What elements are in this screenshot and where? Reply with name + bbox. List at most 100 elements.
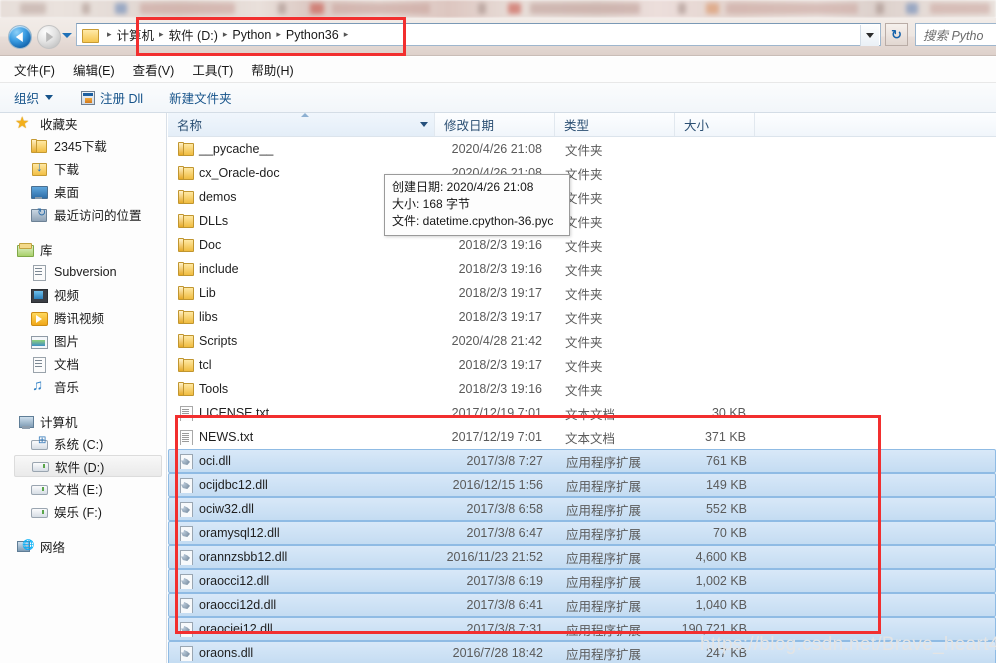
watermark: https://blog.csdn.net/Brave_heart4pzj	[700, 634, 996, 655]
recent-pages-dropdown-icon[interactable]	[62, 33, 72, 38]
folder-icon	[30, 138, 47, 154]
new-folder-button[interactable]: 新建文件夹	[169, 88, 232, 107]
table-row[interactable]: libs 2018/2/3 19:17 文件夹	[168, 305, 996, 329]
sidebar-item-videos[interactable]: 视频	[0, 283, 166, 306]
sidebar-item-label: 系统 (C:)	[54, 438, 104, 452]
size-cell: 30 KB	[711, 406, 746, 420]
folder-icon	[177, 237, 194, 253]
breadcrumb-item-computer[interactable]: 计算机	[117, 25, 155, 44]
sidebar-item-desktop[interactable]: 桌面	[0, 180, 166, 203]
type-cell: 文件夹	[565, 239, 603, 254]
forward-arrow-icon	[46, 32, 54, 42]
address-dropdown-button[interactable]	[860, 25, 879, 46]
table-row[interactable]: oramysql12.dll 2017/3/8 6:47 应用程序扩展 70 KB	[168, 521, 996, 545]
sidebar-item-label: 音乐	[54, 381, 80, 395]
dll-file-icon	[177, 549, 193, 565]
type-cell: 应用程序扩展	[566, 503, 642, 518]
dll-file-icon	[177, 621, 193, 637]
folder-icon	[177, 261, 194, 277]
sidebar-group-computer[interactable]: 计算机	[0, 411, 166, 432]
sidebar-item-label: 下载	[54, 163, 80, 177]
search-input[interactable]: 搜索 Pytho	[915, 23, 996, 46]
date-modified-cell: 2017/3/8 6:47	[466, 526, 543, 540]
breadcrumb-item-python36[interactable]: Python36	[286, 28, 339, 42]
table-row[interactable]: Lib 2018/2/3 19:17 文件夹	[168, 281, 996, 305]
file-name-label: oraons.dll	[199, 646, 254, 660]
breadcrumb-separator: ▸	[343, 29, 349, 39]
file-name-cell: ociw32.dll	[169, 501, 436, 517]
menu-item-file[interactable]: 文件(F)	[14, 60, 55, 79]
sidebar-item-downloads[interactable]: 下载	[0, 157, 166, 180]
date-modified-cell: 2020/4/28 21:42	[451, 334, 542, 348]
sidebar-group-favorites[interactable]: 收藏夹	[0, 113, 166, 134]
table-row[interactable]: NEWS.txt 2017/12/19 7:01 文本文档 371 KB	[168, 425, 996, 449]
forward-button[interactable]	[37, 25, 61, 49]
register-dll-button[interactable]: 注册 Dll	[81, 88, 143, 107]
refresh-button[interactable]: ↻	[885, 23, 908, 46]
table-row[interactable]: orannzsbb12.dll 2016/11/23 21:52 应用程序扩展 4,6…	[168, 545, 996, 569]
table-row[interactable]: Tools 2018/2/3 19:16 文件夹	[168, 377, 996, 401]
table-row[interactable]: Doc 2018/2/3 19:16 文件夹	[168, 233, 996, 257]
sidebar-item-recent-places[interactable]: 最近访问的位置	[0, 203, 166, 226]
date-modified-cell: 2018/2/3 19:17	[458, 310, 542, 324]
sidebar-item-drive-c[interactable]: 系统 (C:)	[0, 432, 166, 455]
breadcrumb-address-field[interactable]: ▸ 计算机 ▸ 软件 (D:) ▸ Python ▸ Python36 ▸	[76, 23, 881, 46]
downloads-icon	[30, 159, 47, 177]
folder-icon	[177, 333, 194, 349]
table-row[interactable]: LICENSE.txt 2017/12/19 7:01 文本文档 30 KB	[168, 401, 996, 425]
folder-icon	[177, 357, 194, 373]
file-name-cell: libs	[168, 309, 435, 325]
column-header-filler	[755, 113, 996, 136]
column-header-label: 类型	[564, 119, 590, 133]
sidebar-item-documents[interactable]: 文档	[0, 352, 166, 375]
breadcrumb-item-python[interactable]: Python	[232, 28, 271, 42]
date-modified-cell: 2018/2/3 19:17	[458, 358, 542, 372]
file-name-cell: include	[168, 261, 435, 277]
dll-file-icon	[177, 477, 193, 493]
menu-item-help[interactable]: 帮助(H)	[251, 60, 293, 79]
table-row[interactable]: tcl 2018/2/3 19:17 文件夹	[168, 353, 996, 377]
sidebar-item-pictures[interactable]: 图片	[0, 329, 166, 352]
column-header-type[interactable]: 类型	[555, 113, 675, 136]
sidebar-item-music[interactable]: 音乐	[0, 375, 166, 398]
table-row[interactable]: __pycache__ 2020/4/26 21:08 文件夹	[168, 137, 996, 161]
folder-icon	[177, 165, 194, 181]
sidebar-item-subversion[interactable]: Subversion	[0, 260, 166, 283]
folder-icon	[177, 285, 194, 301]
table-row[interactable]: oci.dll 2017/3/8 7:27 应用程序扩展 761 KB	[168, 449, 996, 473]
menu-item-tools[interactable]: 工具(T)	[192, 60, 233, 79]
column-header-name[interactable]: 名称	[168, 113, 435, 136]
table-row[interactable]: oraocci12d.dll 2017/3/8 6:41 应用程序扩展 1,040 K…	[168, 593, 996, 617]
table-row[interactable]: ocijdbc12.dll 2016/12/15 1:56 应用程序扩展 149 KB	[168, 473, 996, 497]
column-header-size[interactable]: 大小	[675, 113, 755, 136]
menu-item-edit[interactable]: 编辑(E)	[73, 60, 115, 79]
file-name-cell: orannzsbb12.dll	[169, 549, 436, 565]
table-row[interactable]: Scripts 2020/4/28 21:42 文件夹	[168, 329, 996, 353]
back-button[interactable]	[8, 25, 32, 49]
type-cell: 文件夹	[565, 143, 603, 158]
sidebar-item-drive-d[interactable]: 软件 (D:)	[14, 455, 162, 477]
refresh-icon: ↻	[891, 26, 902, 42]
sidebar-item-qq-video[interactable]: 腾讯视频	[0, 306, 166, 329]
folder-icon	[177, 381, 194, 397]
sidebar-item-drive-e[interactable]: 文档 (E:)	[0, 477, 166, 500]
sidebar-group-network[interactable]: 网络	[0, 536, 166, 557]
table-row[interactable]: oraocci12.dll 2017/3/8 6:19 应用程序扩展 1,002 KB	[168, 569, 996, 593]
organize-button[interactable]: 组织	[14, 88, 54, 107]
file-info-tooltip: 创建日期: 2020/4/26 21:08 大小: 168 字节 文件: dat…	[384, 174, 570, 236]
sidebar-item-2345downloads[interactable]: 2345下载	[0, 134, 166, 157]
music-icon	[30, 377, 47, 395]
table-row[interactable]: include 2018/2/3 19:16 文件夹	[168, 257, 996, 281]
table-row[interactable]: DLLs2018/2/3 19:16文件夹	[168, 209, 996, 233]
column-header-date-modified[interactable]: 修改日期	[435, 113, 555, 136]
table-row[interactable]: cx_Oracle-doc 2020/4/26 21:08 文件夹	[168, 161, 996, 185]
column-filter-dropdown-icon[interactable]	[420, 122, 428, 127]
sidebar-group-libraries[interactable]: 库	[0, 239, 166, 260]
menu-item-view[interactable]: 查看(V)	[133, 60, 175, 79]
table-row[interactable]: ociw32.dll 2017/3/8 6:58 应用程序扩展 552 KB	[168, 497, 996, 521]
breadcrumb-item-drive-d[interactable]: 软件 (D:)	[169, 25, 218, 44]
file-name-cell: oramysql12.dll	[169, 525, 436, 541]
search-placeholder: 搜索 Pytho	[923, 29, 984, 43]
table-row[interactable]: demos2020/4/26 21:08文件夹	[168, 185, 996, 209]
sidebar-item-drive-f[interactable]: 娱乐 (F:)	[0, 500, 166, 523]
